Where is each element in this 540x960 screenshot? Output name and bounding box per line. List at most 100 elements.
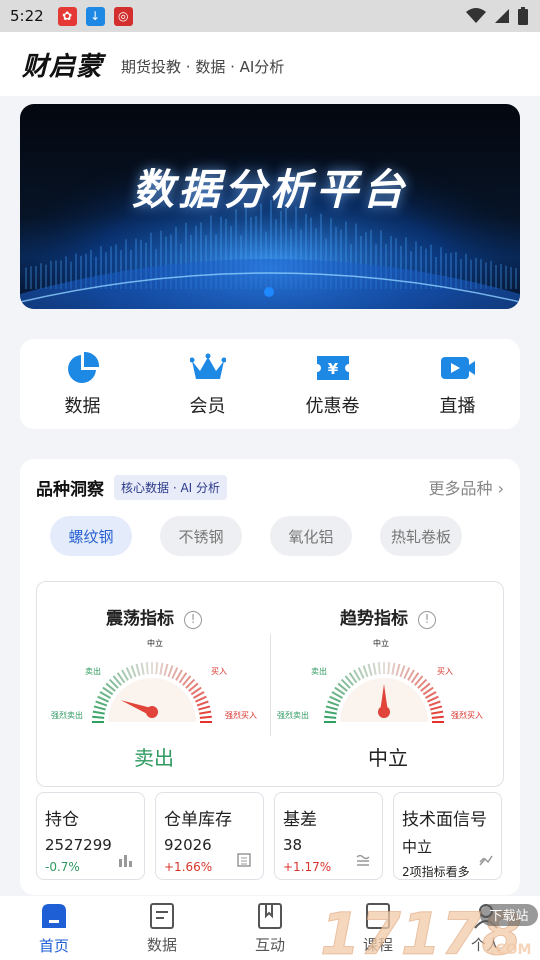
more-varieties-link[interactable]: 更多品种 ›	[428, 475, 504, 499]
chip-rebar[interactable]: 螺纹钢	[50, 516, 132, 556]
stat-name: 技术面信号	[402, 810, 487, 830]
quick-nav-live[interactable]: 直播	[395, 339, 520, 429]
book-icon	[258, 902, 282, 929]
trend-icon	[479, 855, 493, 866]
chip-alumina[interactable]: 氧化铝	[270, 516, 352, 556]
bar-chart-icon	[119, 855, 132, 867]
status-time: 5:22	[10, 7, 44, 25]
notification-app-icon: ✿	[57, 6, 77, 26]
gauge-tick	[195, 695, 207, 703]
banner-title: 数据分析平台	[131, 165, 408, 214]
brand-logo: 财启蒙	[22, 51, 104, 82]
status-bar: 5:22 ✿ ↓ ◎	[0, 0, 540, 32]
stat-value: 92026	[164, 836, 212, 854]
notification-app-icon-2: ◎	[113, 6, 133, 26]
battery-icon	[518, 7, 528, 25]
stat-value: 38	[283, 836, 303, 854]
tab-interaction[interactable]: 互动	[216, 896, 324, 960]
gauge-tick	[196, 700, 209, 707]
gauge-tick	[367, 663, 373, 676]
chip-hot-rolled-coil[interactable]: 热轧卷板	[380, 516, 462, 556]
chevron-right-icon: ›	[497, 479, 504, 498]
gauge-tick	[92, 710, 105, 715]
list-icon	[237, 853, 251, 867]
gauge-tick	[329, 695, 341, 703]
tab-label: 首页	[38, 936, 69, 955]
card-title: 品种洞察	[36, 479, 104, 500]
gauge-label-sell: 卖出	[311, 667, 327, 676]
tab-data[interactable]: 数据	[108, 896, 216, 960]
tab-label: 课程	[362, 935, 393, 954]
quick-nav-label: 会员	[189, 396, 226, 417]
course-icon	[366, 902, 390, 929]
gauge-label-sell: 卖出	[85, 667, 101, 676]
gauge-tick	[145, 662, 149, 675]
gauge-tick	[97, 695, 109, 703]
gauge-tick	[427, 695, 439, 703]
gauge-tick	[327, 700, 340, 707]
gauge-tick	[403, 667, 411, 679]
gauge-tick	[198, 705, 211, 711]
stat-technical-signal[interactable]: 技术面信号 中立 2项指标看多	[393, 792, 502, 880]
tab-label: 个人	[470, 935, 501, 954]
gauge-label-strong-sell: 强烈卖出	[277, 711, 309, 720]
quick-nav-membership[interactable]: 会员	[145, 339, 270, 429]
gauge-hub	[146, 706, 158, 718]
quick-nav-label: 数据	[64, 396, 101, 417]
tab-profile[interactable]: 个人	[432, 896, 540, 960]
signal-icon	[495, 9, 509, 23]
gauge-tick	[93, 705, 106, 711]
gauge-tick	[325, 705, 338, 711]
info-icon[interactable]: !	[418, 611, 436, 629]
quick-nav-data[interactable]: 数据	[20, 339, 145, 429]
gauge-label-buy: 买入	[437, 667, 453, 676]
gauge-label-strong-buy: 强烈买入	[451, 711, 483, 720]
gauge-tick	[140, 662, 145, 675]
tab-home[interactable]: 首页	[0, 896, 108, 960]
variety-chips: 螺纹钢 不锈钢 氧化铝 热轧卷板	[50, 516, 462, 556]
gauge-hub	[378, 706, 390, 718]
gauge-tick	[163, 663, 169, 676]
stats-row: 持仓 2527299 -0.7% 仓单库存 92026 +1.66% 基差 38…	[36, 792, 502, 880]
tab-label: 数据	[146, 935, 177, 954]
gauge-tick	[362, 665, 369, 678]
gauge-tick	[431, 715, 444, 719]
chip-stainless-steel[interactable]: 不锈钢	[160, 516, 242, 556]
quick-nav-coupon[interactable]: ¥ 优惠卷	[270, 339, 395, 429]
document-icon	[150, 902, 174, 929]
gauge-tick	[430, 705, 443, 711]
gauge-tick	[155, 662, 159, 675]
home-icon	[42, 903, 66, 928]
stat-warehouse-receipts[interactable]: 仓单库存 92026 +1.66%	[155, 792, 264, 880]
gauge-label-neutral: 中立	[373, 639, 389, 648]
variety-insight-card: 品种洞察 核心数据 · AI 分析 更多品种 › 螺纹钢 不锈钢 氧化铝 热轧卷…	[20, 459, 520, 895]
gauge-result: 卖出	[134, 746, 174, 770]
gauge-tick	[199, 710, 212, 715]
gauge-tick	[391, 662, 396, 675]
live-icon	[440, 350, 476, 386]
gauge-result: 中立	[368, 746, 408, 770]
stat-value: 2527299	[45, 836, 112, 854]
user-icon	[474, 903, 498, 929]
gauge-title: 趋势指标!	[271, 604, 505, 629]
gauge-tick	[357, 667, 365, 679]
stat-basis[interactable]: 基差 38 +1.17%	[274, 792, 383, 880]
banner-page-indicator[interactable]	[264, 287, 274, 297]
crown-icon	[189, 350, 226, 386]
stat-open-interest[interactable]: 持仓 2527299 -0.7%	[36, 792, 145, 880]
wifi-icon	[466, 8, 486, 23]
card-badge: 核心数据 · AI 分析	[114, 474, 228, 500]
gauge-tick	[387, 662, 391, 675]
info-icon[interactable]: !	[184, 611, 202, 629]
tab-course[interactable]: 课程	[324, 896, 432, 960]
gauge-label-strong-sell: 强烈卖出	[51, 711, 83, 720]
gauge-tick	[324, 710, 337, 715]
card-header: 品种洞察 核心数据 · AI 分析 更多品种 ›	[36, 473, 504, 501]
gauge-tick	[92, 715, 105, 719]
oscillator-gauge: 震荡指标! 中立 卖出 买入 强烈卖出 强烈买入 卖出	[37, 582, 271, 786]
bottom-tab-bar: 首页 数据 互动 课程 个人	[0, 896, 540, 960]
promo-banner[interactable]: 数据分析平台	[20, 104, 520, 309]
gauge-tick	[399, 665, 406, 678]
quick-nav: 数据 会员 ¥ 优惠卷 直播	[20, 339, 520, 429]
gauge-tick	[199, 715, 212, 719]
